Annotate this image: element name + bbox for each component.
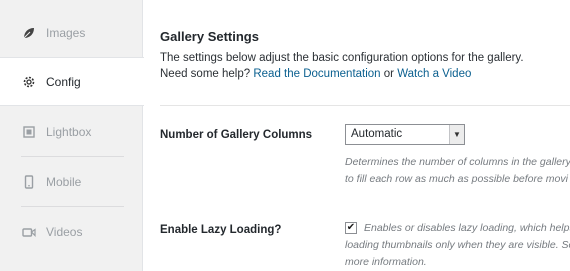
- settings-panel: Gallery Settings The settings below adju…: [144, 0, 570, 271]
- watch-video-link[interactable]: Watch a Video: [397, 68, 471, 80]
- tab-mobile[interactable]: Mobile: [0, 157, 143, 206]
- lazy-loading-checkbox[interactable]: ✔: [345, 222, 357, 234]
- mobile-icon: [22, 174, 36, 189]
- tab-images[interactable]: Images: [0, 8, 143, 57]
- tab-videos-label: Videos: [46, 224, 83, 239]
- chevron-down-icon[interactable]: ▼: [449, 125, 464, 144]
- lazy-loading-label: Enable Lazy Loading?: [160, 224, 282, 236]
- page-title: Gallery Settings: [160, 29, 259, 44]
- lightbox-icon: [22, 125, 36, 139]
- help-line: Need some help? Read the Documentation o…: [160, 68, 471, 80]
- or-text: or: [383, 68, 395, 80]
- leaf-icon: [22, 26, 36, 40]
- tab-config-label: Config: [46, 74, 81, 89]
- video-icon: [22, 225, 36, 239]
- documentation-link[interactable]: Read the Documentation: [253, 68, 380, 80]
- tab-mobile-label: Mobile: [46, 174, 82, 189]
- lazy-loading-help-1: Enables or disables lazy loading, which …: [364, 222, 570, 234]
- gallery-columns-value: Automatic: [351, 128, 403, 140]
- help-prefix: Need some help?: [160, 68, 251, 80]
- settings-sidebar: Images Config Lightbox Mobile Videos: [0, 0, 144, 271]
- gallery-columns-select[interactable]: Automatic ▼: [345, 124, 465, 145]
- check-icon: ✔: [346, 222, 356, 233]
- gear-icon: [22, 75, 36, 89]
- lazy-loading-help-3: more information.: [345, 256, 427, 268]
- section-divider: [160, 105, 570, 106]
- gallery-columns-help-1: Determines the number of columns in the …: [345, 156, 570, 168]
- lazy-loading-help-2: loading thumbnails only when they are vi…: [345, 239, 570, 251]
- tab-images-label: Images: [46, 25, 86, 40]
- settings-description: The settings below adjust the basic conf…: [160, 52, 524, 64]
- gallery-columns-label: Number of Gallery Columns: [160, 129, 313, 141]
- tab-videos[interactable]: Videos: [0, 207, 143, 256]
- gallery-columns-help-2: to fill each row as much as possible bef…: [345, 173, 568, 185]
- tab-lightbox[interactable]: Lightbox: [0, 107, 143, 156]
- tab-config[interactable]: Config: [0, 57, 144, 106]
- tab-lightbox-label: Lightbox: [46, 124, 92, 139]
